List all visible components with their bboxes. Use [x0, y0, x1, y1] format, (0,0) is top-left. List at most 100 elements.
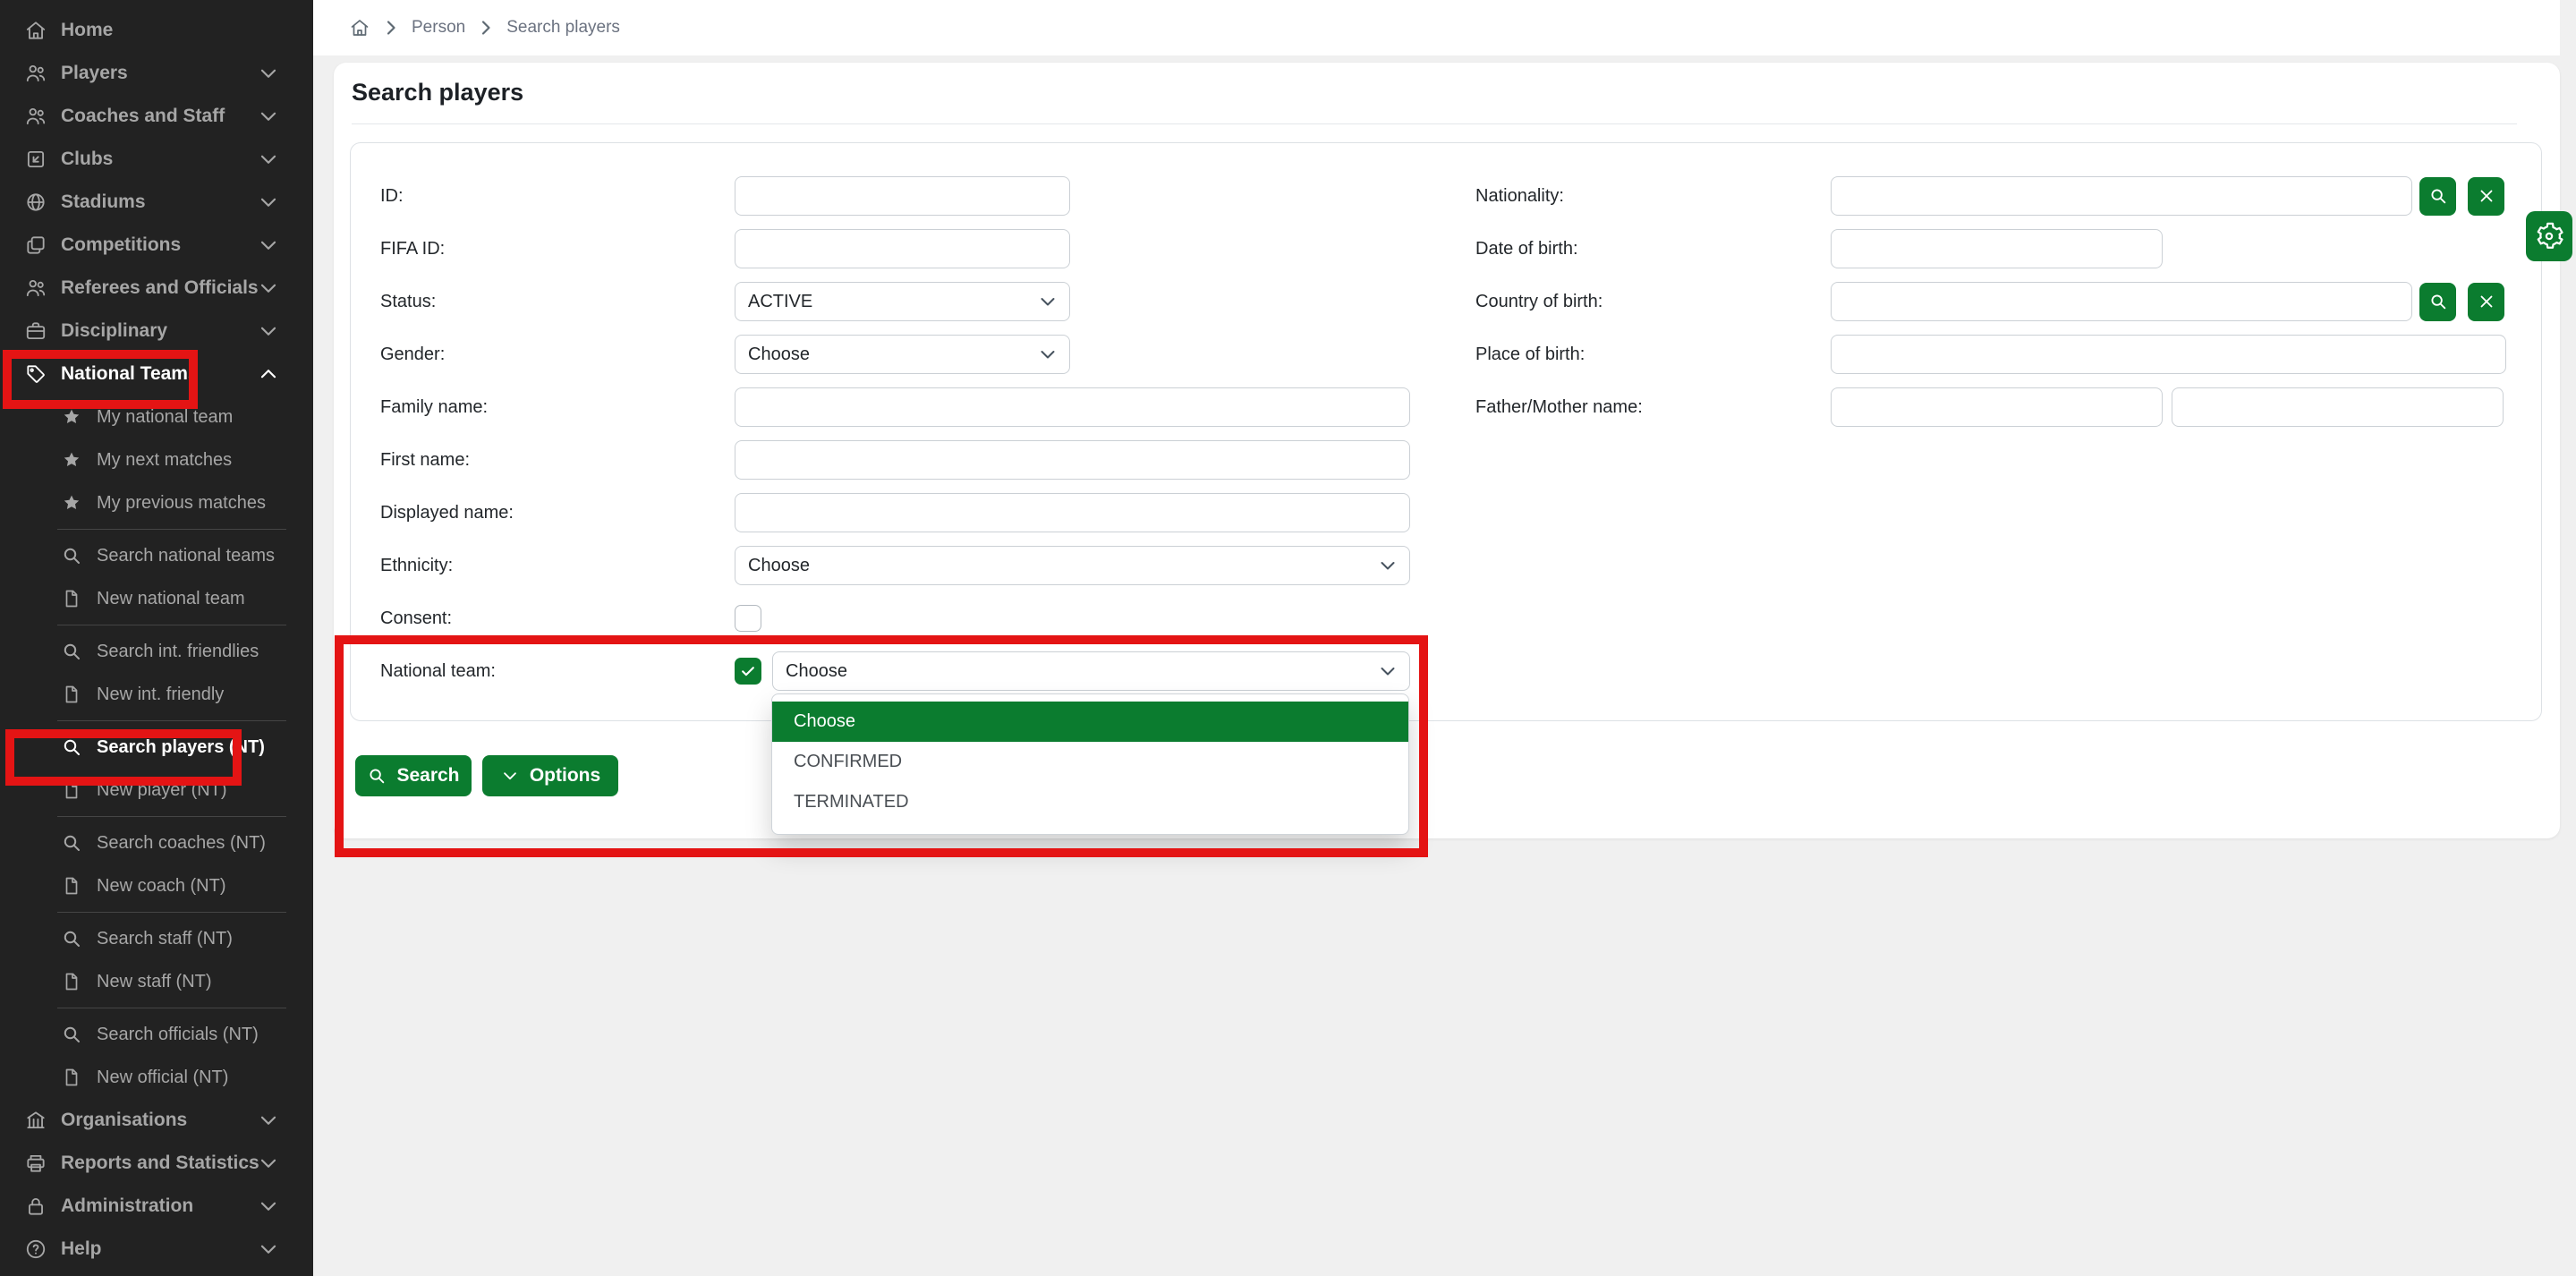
field-label: Nationality:: [1475, 186, 1831, 207]
sidebar-item-coaches-and-staff[interactable]: Coaches and Staff: [0, 95, 313, 138]
nationality-search-button[interactable]: [2419, 177, 2456, 216]
sidebar-item-label: Disciplinary: [61, 320, 167, 342]
sidebar-item-new-player-nt[interactable]: New player (NT): [0, 769, 313, 812]
nationality-clear-button[interactable]: [2468, 177, 2504, 216]
sidebar-item-search-coaches-nt[interactable]: Search coaches (NT): [0, 821, 313, 864]
ethnicity-select-value: Choose: [748, 556, 810, 576]
sidebar-item-disciplinary[interactable]: Disciplinary: [0, 310, 313, 353]
form-row-fifa-id: FIFA ID:: [380, 229, 1070, 268]
options-button[interactable]: Options: [482, 755, 618, 796]
xmark-icon: [2477, 292, 2496, 311]
chevron-down-icon: [257, 1109, 280, 1132]
file-icon: [61, 875, 82, 897]
sidebar-item-national-teams[interactable]: National Teams: [0, 353, 313, 396]
sidebar-item-competitions[interactable]: Competitions: [0, 224, 313, 267]
sidebar-item-help[interactable]: Help: [0, 1228, 313, 1271]
father-mother-name-input-2[interactable]: [2172, 387, 2504, 427]
form-row-first-name: First name:: [380, 440, 1410, 480]
breadcrumb-item-search-players[interactable]: Search players: [506, 18, 620, 38]
sidebar-item-label: Search int. friendlies: [97, 642, 259, 662]
form-row-place-of-birth: Place of birth:: [1475, 335, 2506, 374]
sidebar-item-search-players-nt[interactable]: Search players (NT): [0, 726, 313, 769]
family-name-input[interactable]: [735, 387, 1410, 427]
sidebar-item-label: New national team: [97, 589, 245, 609]
id-input[interactable]: [735, 176, 1070, 216]
sidebar-item-label: New int. friendly: [97, 685, 224, 705]
sidebar-item-stadiums[interactable]: Stadiums: [0, 181, 313, 224]
form-row-father-mother-name: Father/Mother name:: [1475, 387, 2504, 427]
sidebar-item-search-staff-nt[interactable]: Search staff (NT): [0, 917, 313, 960]
sidebar-item-search-int-friendlies[interactable]: Search int. friendlies: [0, 630, 313, 673]
dropdown-option-choose[interactable]: Choose: [772, 702, 1408, 742]
chevron-down-icon: [257, 105, 280, 128]
consent-checkbox[interactable]: [735, 605, 761, 632]
sidebar-item-my-next-matches[interactable]: My next matches: [0, 438, 313, 481]
sidebar-item-new-coach-nt[interactable]: New coach (NT): [0, 864, 313, 907]
settings-flyout-button[interactable]: [2526, 211, 2572, 261]
chevron-down-icon: [1037, 344, 1058, 365]
sidebar-item-label: Search coaches (NT): [97, 833, 266, 854]
sidebar-item-label: Organisations: [61, 1110, 187, 1131]
home-icon[interactable]: [349, 17, 370, 38]
sidebar-item-clubs[interactable]: Clubs: [0, 138, 313, 181]
sidebar-item-new-national-team[interactable]: New national team: [0, 577, 313, 620]
dropdown-option-terminated[interactable]: TERMINATED: [772, 782, 1408, 822]
sidebar-item-organisations[interactable]: Organisations: [0, 1099, 313, 1142]
copy-icon: [24, 234, 47, 257]
file-icon: [61, 588, 82, 609]
sidebar-item-my-previous-matches[interactable]: My previous matches: [0, 481, 313, 524]
sidebar-item-referees-and-officials[interactable]: Referees and Officials: [0, 267, 313, 310]
search-button[interactable]: Search: [355, 755, 472, 796]
users-icon: [24, 62, 47, 85]
sidebar-item-label: Search staff (NT): [97, 929, 233, 949]
sidebar-item-label: Home: [61, 20, 113, 41]
field-label: Place of birth:: [1475, 345, 1831, 365]
displayed-name-input[interactable]: [735, 493, 1410, 532]
field-label: Status:: [380, 292, 735, 312]
sidebar-item-reports-and-statistics[interactable]: Reports and Statistics: [0, 1142, 313, 1185]
form-row-ethnicity: Ethnicity:Choose: [380, 546, 1410, 585]
sidebar-item-new-staff-nt[interactable]: New staff (NT): [0, 960, 313, 1003]
date-of-birth-input[interactable]: [1831, 229, 2163, 268]
place-of-birth-input[interactable]: [1831, 335, 2506, 374]
form-row-status: Status:ACTIVE: [380, 282, 1070, 321]
sidebar-item-label: Search players (NT): [97, 737, 265, 758]
field-label: Country of birth:: [1475, 292, 1831, 312]
sidebar-item-search-national-teams[interactable]: Search national teams: [0, 534, 313, 577]
form-row-family-name: Family name:: [380, 387, 1410, 427]
sidebar-item-my-national-team[interactable]: My national team: [0, 396, 313, 438]
sidebar-item-administration[interactable]: Administration: [0, 1185, 313, 1228]
country-of-birth-clear-button[interactable]: [2468, 283, 2504, 321]
nationality-input[interactable]: [1831, 176, 2412, 216]
first-name-input[interactable]: [735, 440, 1410, 480]
sidebar-item-home[interactable]: Home: [0, 9, 313, 52]
chevron-down-icon: [257, 234, 280, 257]
briefcase-icon: [24, 319, 47, 343]
dropdown-option-confirmed[interactable]: CONFIRMED: [772, 742, 1408, 782]
sidebar-item-players[interactable]: Players: [0, 52, 313, 95]
title-divider: [352, 123, 2517, 124]
tag-icon: [24, 362, 47, 386]
form-row-date-of-birth: Date of birth:: [1475, 229, 2163, 268]
sidebar-item-new-official-nt[interactable]: New official (NT): [0, 1056, 313, 1099]
breadcrumb-item-person[interactable]: Person: [412, 18, 465, 38]
sidebar-item-label: My previous matches: [97, 493, 266, 514]
app-root: Home Players Coaches and Staff ClubsStadium…: [0, 0, 2576, 1276]
gender-select[interactable]: Choose: [735, 335, 1070, 374]
sidebar-item-label: Players: [61, 63, 128, 84]
sidebar-item-label: Coaches and Staff: [61, 106, 225, 127]
country-of-birth-search-button[interactable]: [2419, 283, 2456, 321]
status-select[interactable]: ACTIVE: [735, 282, 1070, 321]
father-mother-name-input-1[interactable]: [1831, 387, 2163, 427]
chevron-up-icon: [257, 362, 280, 386]
search-icon: [367, 766, 387, 786]
country-of-birth-input[interactable]: [1831, 282, 2412, 321]
sidebar-item-search-officials-nt[interactable]: Search officials (NT): [0, 1013, 313, 1056]
sidebar-item-new-int-friendly[interactable]: New int. friendly: [0, 673, 313, 716]
fifa-id-input[interactable]: [735, 229, 1070, 268]
ethnicity-select[interactable]: Choose: [735, 546, 1410, 585]
chevron-down-icon: [257, 148, 280, 171]
national-team-checkbox[interactable]: [735, 658, 761, 685]
field-label: National team:: [380, 661, 735, 682]
national-team-select[interactable]: Choose: [772, 651, 1410, 691]
